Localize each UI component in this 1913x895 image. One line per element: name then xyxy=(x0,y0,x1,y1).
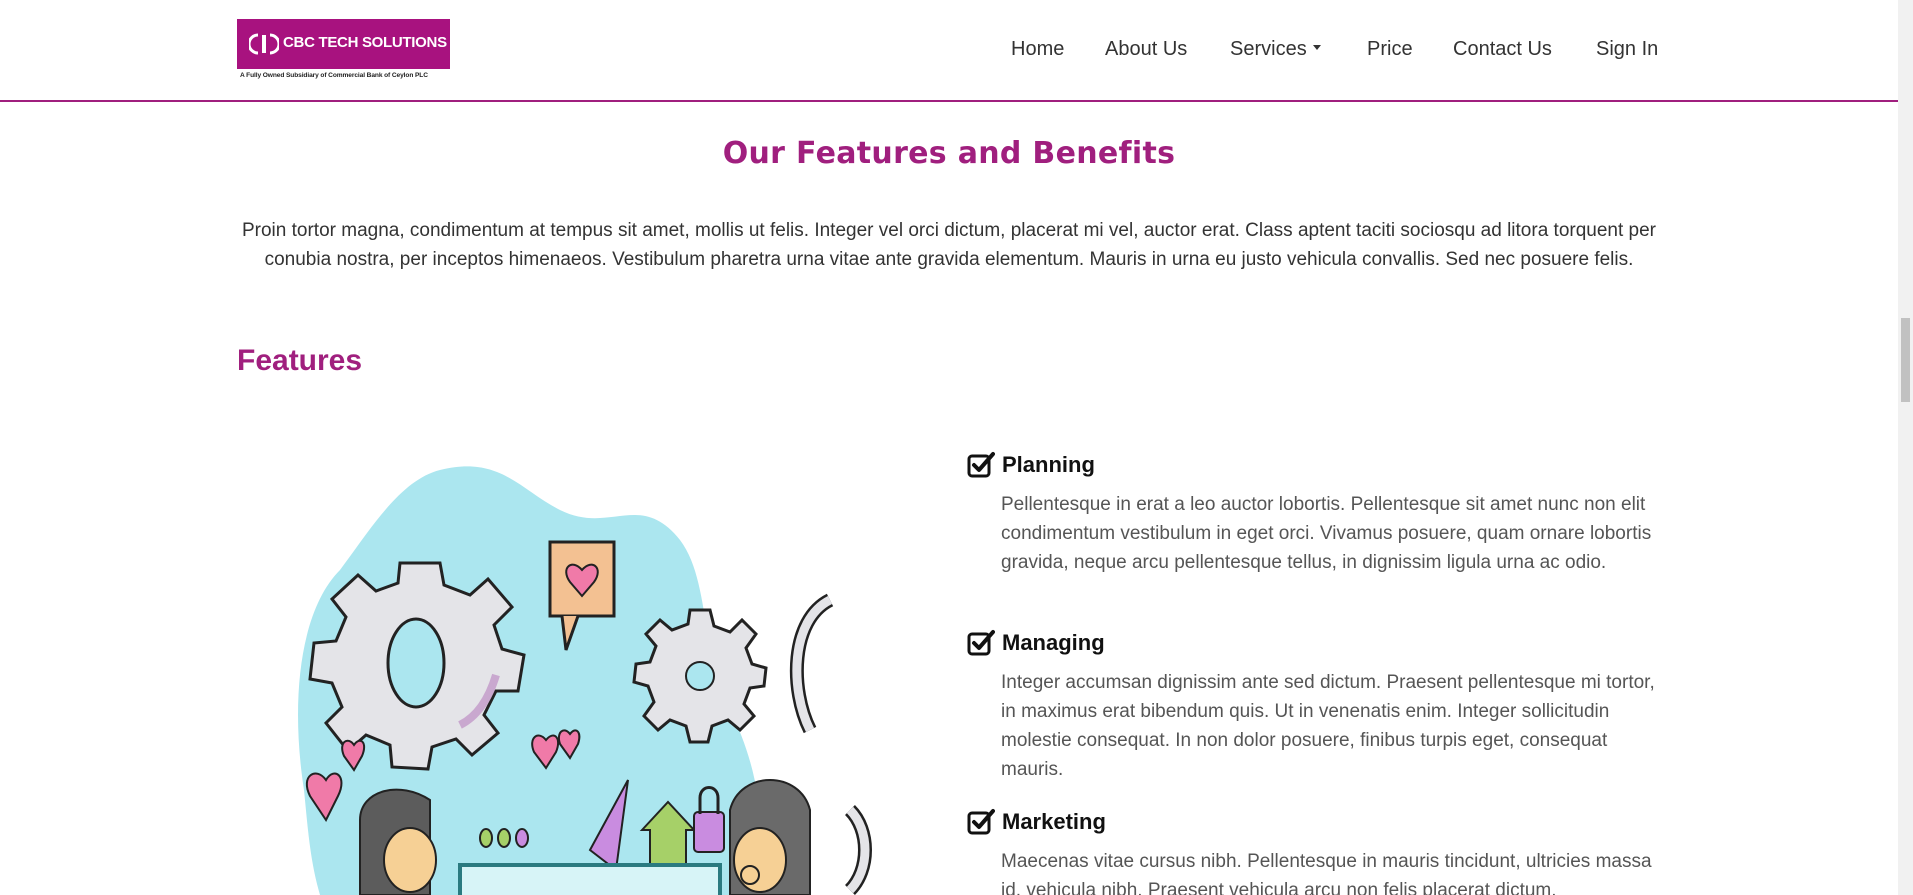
features-illustration xyxy=(290,450,890,895)
nav-link-services[interactable]: Services xyxy=(1230,38,1321,61)
feature-description: Integer accumsan dignissim ante sed dict… xyxy=(1001,672,1655,780)
feature-title: Planning xyxy=(1002,452,1095,477)
scrollbar-thumb[interactable] xyxy=(1901,318,1910,402)
caret-down-icon xyxy=(1312,45,1321,51)
check-square-icon xyxy=(967,630,995,656)
features-heading: Features xyxy=(237,344,363,377)
feature-title: Managing xyxy=(1002,630,1105,655)
logo-tagline: A Fully Owned Subsidiary of Commercial B… xyxy=(240,72,428,79)
section-intro: Proin tortor magna, condimentum at tempu… xyxy=(241,220,1656,270)
feature-item-marketing: Marketing Maecenas vitae cursus nibh. Pe… xyxy=(967,807,1667,895)
teamwork-illustration-image xyxy=(298,466,872,895)
nav-link-contact[interactable]: Contact Us xyxy=(1453,38,1552,61)
main-nav: Home About Us Services Price Contact Us … xyxy=(0,38,1898,64)
nav-link-about[interactable]: About Us xyxy=(1105,38,1187,61)
section-title: Our Features and Benefits xyxy=(722,136,1176,171)
nav-link-home[interactable]: Home xyxy=(1011,38,1064,61)
feature-description: Pellentesque in erat a leo auctor lobort… xyxy=(1001,494,1652,573)
check-square-icon xyxy=(967,809,995,835)
feature-item-managing: Managing Integer accumsan dignissim ante… xyxy=(967,628,1667,784)
nav-link-price[interactable]: Price xyxy=(1367,38,1413,61)
feature-item-planning: Planning Pellentesque in erat a leo auct… xyxy=(967,450,1667,577)
feature-title: Marketing xyxy=(1002,809,1106,834)
page-scrollbar[interactable] xyxy=(1898,0,1913,895)
site-header: CBC TECH SOLUTIONS A Fully Owned Subsidi… xyxy=(0,0,1898,102)
check-square-icon xyxy=(967,452,995,478)
nav-services-label: Services xyxy=(1230,38,1307,60)
feature-description: Maecenas vitae cursus nibh. Pellentesque… xyxy=(1001,851,1652,895)
nav-link-signin[interactable]: Sign In xyxy=(1596,38,1658,61)
